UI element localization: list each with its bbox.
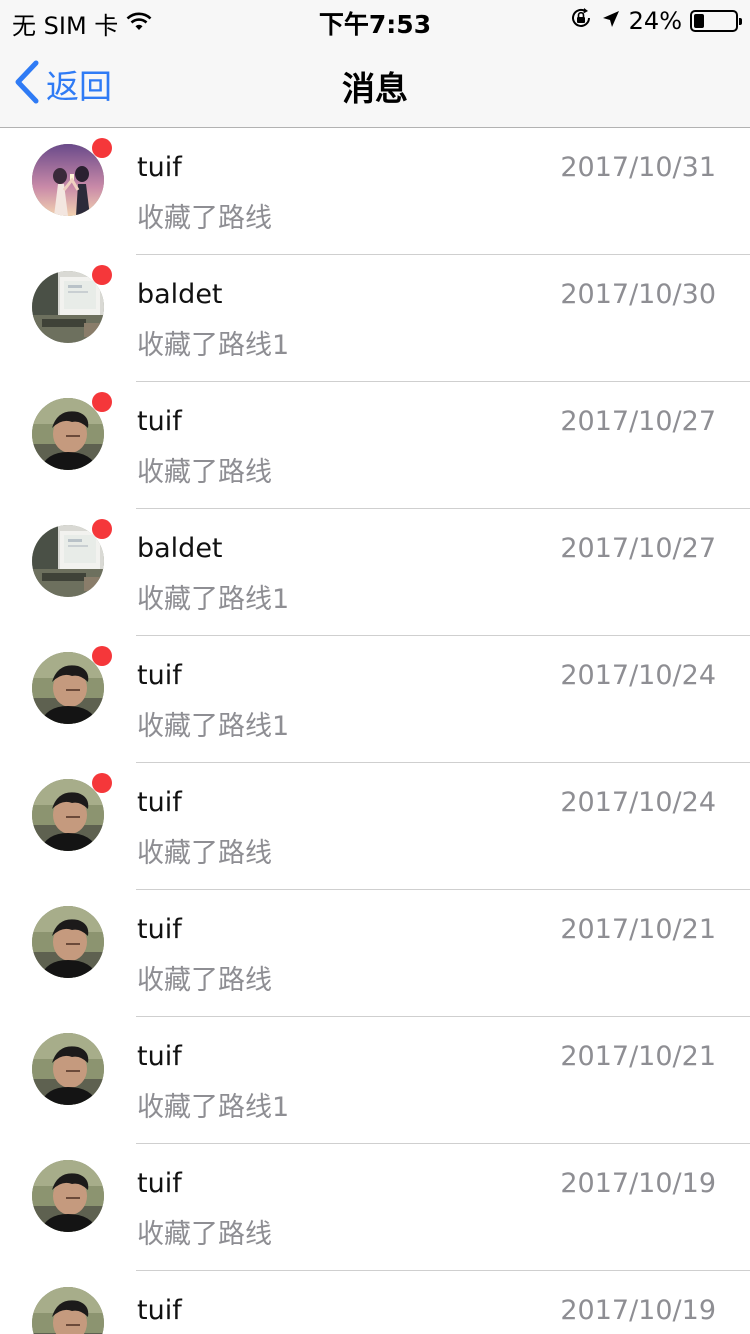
message-row[interactable]: tuif 收藏了路线1 2017/10/24 [0, 636, 750, 763]
sender-name: tuif [137, 406, 182, 437]
message-text: 收藏了路线1 [137, 330, 290, 361]
status-bar: 无 SIM 卡 下午7:53 24% [0, 0, 750, 40]
message-text: 收藏了路线1 [137, 584, 290, 615]
message-date: 2017/10/19 [560, 1168, 716, 1199]
message-list: tuif 收藏了路线 2017/10/31 baldet 收藏了路线1 2017… [0, 128, 750, 1334]
sender-name: tuif [137, 152, 182, 183]
message-date: 2017/10/24 [560, 660, 716, 691]
sender-name: tuif [137, 1041, 182, 1072]
message-date: 2017/10/30 [560, 279, 716, 310]
message-row[interactable]: tuif 收藏了路线 2017/10/27 [0, 382, 750, 509]
sender-name: tuif [137, 787, 182, 818]
page-title: 消息 [342, 69, 408, 108]
sender-name: tuif [137, 914, 182, 945]
sender-name: baldet [137, 279, 223, 310]
unread-badge [92, 138, 112, 158]
unread-badge [92, 773, 112, 793]
message-date: 2017/10/27 [560, 533, 716, 564]
battery-level [694, 14, 704, 28]
unread-badge [92, 392, 112, 412]
message-text: 收藏了路线 [137, 1219, 272, 1250]
message-date: 2017/10/21 [560, 914, 716, 945]
unread-badge [92, 646, 112, 666]
unread-badge [92, 265, 112, 285]
unread-badge [92, 519, 112, 539]
message-text: 收藏了路线 [137, 838, 272, 869]
man-photo-avatar [32, 1033, 104, 1105]
message-date: 2017/10/19 [560, 1295, 716, 1326]
orientation-lock-icon [569, 6, 593, 36]
man-photo-avatar [32, 906, 104, 978]
message-date: 2017/10/21 [560, 1041, 716, 1072]
man-photo-avatar [32, 398, 104, 470]
message-text: 收藏了路线 [137, 965, 272, 996]
battery-percent: 24% [628, 7, 682, 35]
message-date: 2017/10/24 [560, 787, 716, 818]
man-photo-avatar [32, 652, 104, 724]
computer-desk-avatar [32, 525, 104, 597]
message-text: 收藏了路线 [137, 203, 272, 234]
status-right: 24% [569, 6, 742, 36]
message-text: 收藏了路线 [137, 457, 272, 488]
message-date: 2017/10/27 [560, 406, 716, 437]
man-photo-avatar [32, 779, 104, 851]
sender-name: tuif [137, 660, 182, 691]
sender-name: tuif [137, 1168, 182, 1199]
man-photo-avatar [32, 1160, 104, 1232]
message-row[interactable]: tuif 2017/10/19 [0, 1271, 750, 1334]
message-text: 收藏了路线1 [137, 711, 290, 742]
message-row[interactable]: tuif 收藏了路线 2017/10/19 [0, 1144, 750, 1271]
message-row[interactable]: tuif 收藏了路线 2017/10/31 [0, 128, 750, 255]
battery-icon [690, 10, 742, 32]
computer-desk-avatar [32, 271, 104, 343]
screen: 无 SIM 卡 下午7:53 24% 返回 消息 tuif 收藏了路线 2017… [0, 0, 750, 1334]
message-row[interactable]: baldet 收藏了路线1 2017/10/30 [0, 255, 750, 382]
message-row[interactable]: tuif 收藏了路线 2017/10/24 [0, 763, 750, 890]
message-row[interactable]: tuif 收藏了路线1 2017/10/21 [0, 1017, 750, 1144]
message-date: 2017/10/31 [560, 152, 716, 183]
anime-couple-avatar [32, 144, 104, 216]
sender-name: baldet [137, 533, 223, 564]
nav-bar: 返回 消息 [0, 40, 750, 128]
message-row[interactable]: baldet 收藏了路线1 2017/10/27 [0, 509, 750, 636]
location-arrow-icon [601, 7, 621, 35]
man-photo-avatar [32, 1287, 104, 1334]
sender-name: tuif [137, 1295, 182, 1326]
message-row[interactable]: tuif 收藏了路线 2017/10/21 [0, 890, 750, 1017]
message-text: 收藏了路线1 [137, 1092, 290, 1123]
